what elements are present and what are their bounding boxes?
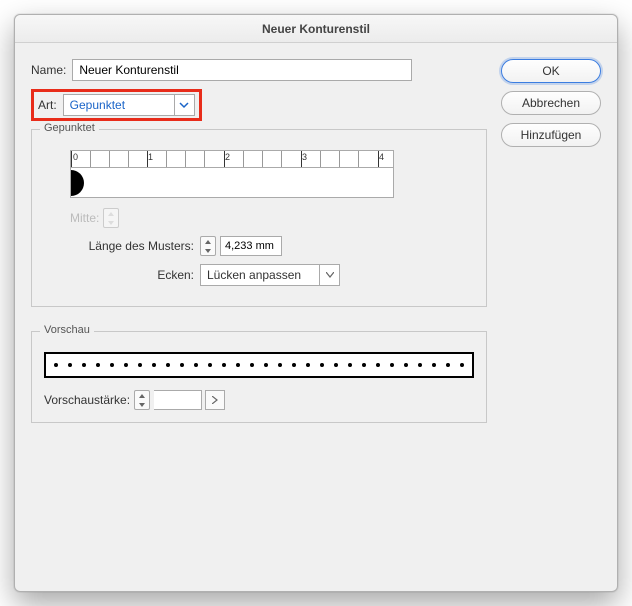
preview-thickness-label: Vorschaustärke:	[44, 393, 130, 407]
ruler-num: 2	[225, 152, 230, 162]
ruler[interactable]: 0 1 2 3 4	[70, 150, 394, 168]
ecken-select[interactable]: Lücken anpassen	[200, 264, 340, 286]
preview-label: Vorschau	[40, 324, 94, 336]
preview-flyout-button[interactable]	[205, 390, 225, 410]
add-button[interactable]: Hinzufügen	[501, 123, 601, 147]
length-stepper[interactable]	[200, 236, 216, 256]
chevron-down-icon	[319, 265, 339, 285]
mitte-label: Mitte:	[70, 211, 99, 225]
section-label: Gepunktet	[40, 122, 99, 134]
art-select[interactable]: Gepunktet	[63, 94, 195, 116]
pattern-track[interactable]	[70, 168, 394, 198]
art-label: Art:	[38, 98, 57, 112]
ecken-value: Lücken anpassen	[201, 268, 319, 282]
mitte-stepper	[103, 208, 119, 228]
art-value: Gepunktet	[64, 98, 174, 112]
preview-section: Vorschau Vorschaustärke:	[31, 331, 487, 423]
ruler-num: 4	[379, 152, 384, 162]
art-highlight: Art: Gepunktet	[31, 89, 202, 121]
ruler-num: 0	[73, 152, 78, 162]
pattern-section: Gepunktet 0 1 2 3 4	[31, 129, 487, 307]
preview-thickness-stepper[interactable]	[134, 390, 150, 410]
chevron-down-icon	[174, 95, 194, 115]
name-input[interactable]	[72, 59, 412, 81]
ruler-num: 1	[148, 152, 153, 162]
ruler-num: 3	[302, 152, 307, 162]
cancel-button[interactable]: Abbrechen	[501, 91, 601, 115]
ruler-area: 0 1 2 3 4	[70, 150, 394, 198]
length-label: Länge des Musters:	[44, 239, 194, 253]
titlebar: Neuer Konturenstil	[15, 15, 617, 43]
ok-button[interactable]: OK	[501, 59, 601, 83]
dialog-window: Neuer Konturenstil Name: Art: Gepunktet	[14, 14, 618, 592]
dot-marker[interactable]	[71, 170, 84, 196]
ecken-label: Ecken:	[44, 268, 194, 282]
preview-thickness-input[interactable]	[154, 390, 202, 410]
length-input[interactable]	[220, 236, 282, 256]
preview-box	[44, 352, 474, 378]
name-label: Name:	[31, 63, 66, 77]
dialog-title: Neuer Konturenstil	[262, 22, 370, 36]
